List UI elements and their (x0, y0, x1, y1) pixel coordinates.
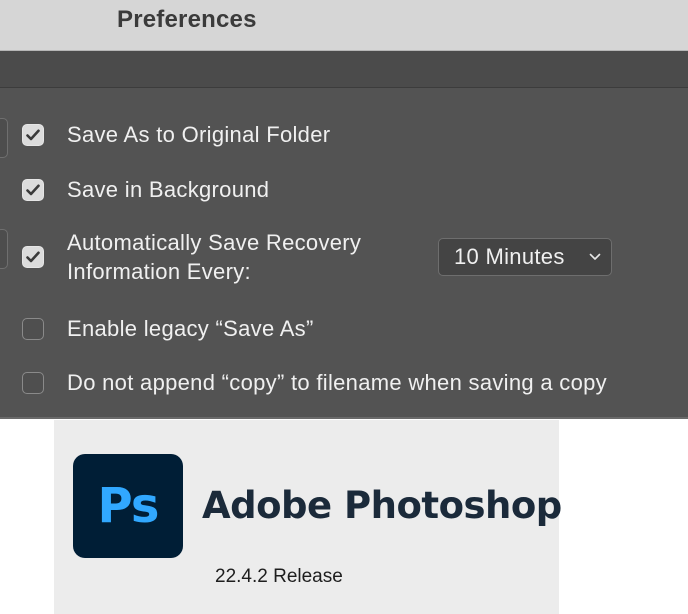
option-save-as-original-folder[interactable]: Save As to Original Folder (22, 120, 330, 149)
enable-legacy-save-as-checkbox[interactable] (22, 317, 44, 340)
checkmark-icon (26, 251, 40, 263)
option-save-in-background[interactable]: Save in Background (22, 175, 269, 204)
product-name: Adobe Photoshop (202, 484, 562, 527)
clipped-control-left-2[interactable] (0, 229, 8, 269)
option-auto-save-recovery[interactable]: Automatically Save Recovery Information … (22, 228, 361, 286)
save-in-background-checkbox[interactable] (22, 178, 44, 201)
auto-save-recovery-label-line1: Automatically Save Recovery (67, 230, 362, 255)
clipped-control-left[interactable] (0, 118, 8, 158)
version-label: 22.4.2 Release (215, 566, 343, 587)
chevron-down-icon (589, 253, 601, 260)
save-as-original-folder-checkbox[interactable] (22, 123, 44, 146)
recovery-interval-value: 10 Minutes (454, 244, 565, 269)
save-in-background-label: Save in Background (67, 177, 270, 202)
enable-legacy-save-as-label: Enable legacy “Save As” (67, 316, 314, 341)
option-enable-legacy-save-as[interactable]: Enable legacy “Save As” (22, 314, 314, 343)
preferences-header-strip (0, 51, 688, 88)
logo-letters: Ps (97, 478, 160, 534)
photoshop-logo-icon: Ps (73, 454, 183, 558)
auto-save-recovery-label-line2: Information Every: (67, 259, 251, 284)
checkmark-icon (26, 184, 40, 195)
do-not-append-copy-label: Do not append “copy” to filename when sa… (67, 370, 607, 395)
auto-save-recovery-checkbox[interactable] (22, 246, 44, 268)
do-not-append-copy-checkbox[interactable] (22, 371, 44, 394)
preferences-title-bar: Preferences (0, 0, 688, 51)
option-do-not-append-copy[interactable]: Do not append “copy” to filename when sa… (22, 368, 607, 397)
save-as-original-folder-label: Save As to Original Folder (67, 122, 331, 147)
auto-save-recovery-label: Automatically Save Recovery Information … (67, 228, 361, 286)
window-title: Preferences (117, 6, 257, 33)
about-splash: Ps Adobe Photoshop 22.4.2 Release (54, 420, 562, 614)
recovery-interval-select[interactable]: 10 Minutes (438, 238, 612, 276)
checkmark-icon (26, 129, 40, 140)
